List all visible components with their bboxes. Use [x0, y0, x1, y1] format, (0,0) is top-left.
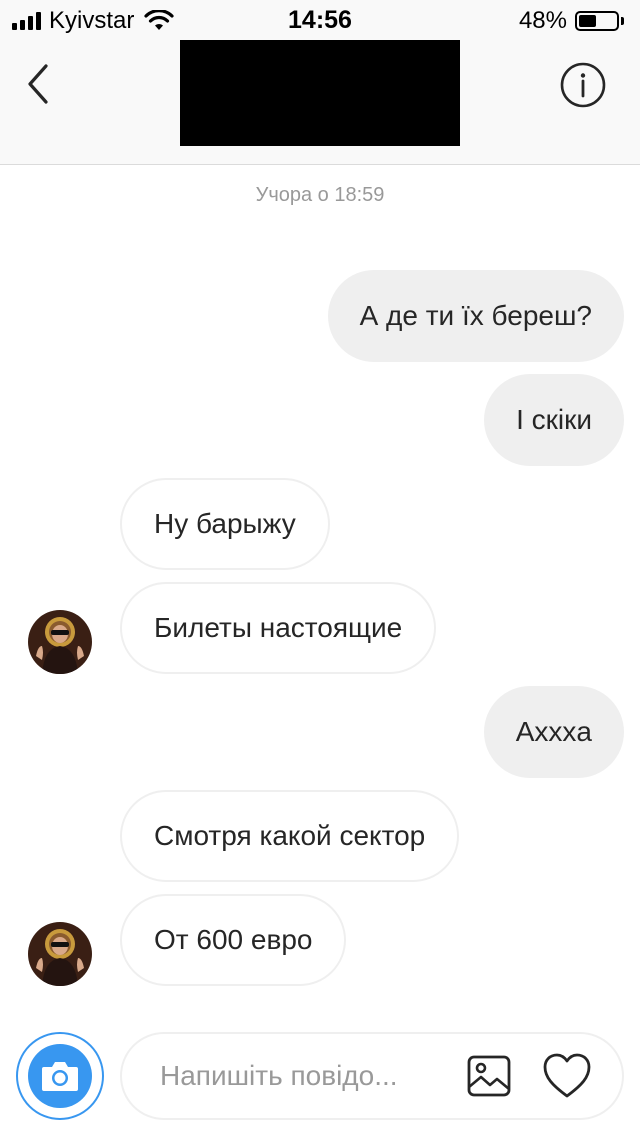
- incoming-message[interactable]: Билеты настоящие: [120, 582, 437, 674]
- battery-fill: [579, 15, 597, 27]
- like-button[interactable]: [542, 1052, 592, 1100]
- message-input-placeholder: Напишіть повідо...: [160, 1060, 398, 1091]
- status-bar: Kyivstar 14:56 48%: [0, 0, 640, 40]
- image-icon: [467, 1055, 511, 1097]
- status-right: 48%: [518, 7, 624, 34]
- info-button[interactable]: [560, 62, 606, 108]
- camera-button-fill: [28, 1044, 92, 1108]
- gallery-button[interactable]: [466, 1054, 512, 1098]
- camera-icon: [42, 1062, 78, 1091]
- conversation-timestamp: Учора о 18:59: [255, 184, 385, 206]
- avatar[interactable]: [28, 610, 92, 674]
- incoming-message[interactable]: От 600 евро: [120, 894, 347, 986]
- chevron-left-icon: [28, 64, 48, 104]
- heart-icon: [543, 1053, 591, 1098]
- chat-header: [0, 40, 640, 165]
- incoming-message[interactable]: Смотря какой сектор: [120, 790, 460, 882]
- avatar-icon-image: [28, 922, 92, 986]
- back-button[interactable]: [20, 62, 60, 106]
- outgoing-message[interactable]: Ахххa: [483, 686, 624, 778]
- outgoing-message[interactable]: І скіки: [484, 374, 624, 466]
- avatar[interactable]: [28, 922, 92, 986]
- camera-button[interactable]: [16, 1032, 104, 1120]
- message-composer: Напишіть повідо...: [0, 1026, 640, 1136]
- avatar-icon-image: [28, 610, 92, 674]
- redacted-contact-name: [180, 40, 460, 146]
- outgoing-message[interactable]: А де ти їх береш?: [327, 270, 624, 362]
- message-input[interactable]: Напишіть повідо...: [120, 1032, 624, 1120]
- incoming-message[interactable]: Ну барыжу: [120, 478, 330, 570]
- battery-cap: [621, 17, 624, 25]
- battery-icon: [575, 11, 619, 31]
- battery-percent: 48%: [518, 7, 567, 34]
- info-icon: [560, 62, 606, 108]
